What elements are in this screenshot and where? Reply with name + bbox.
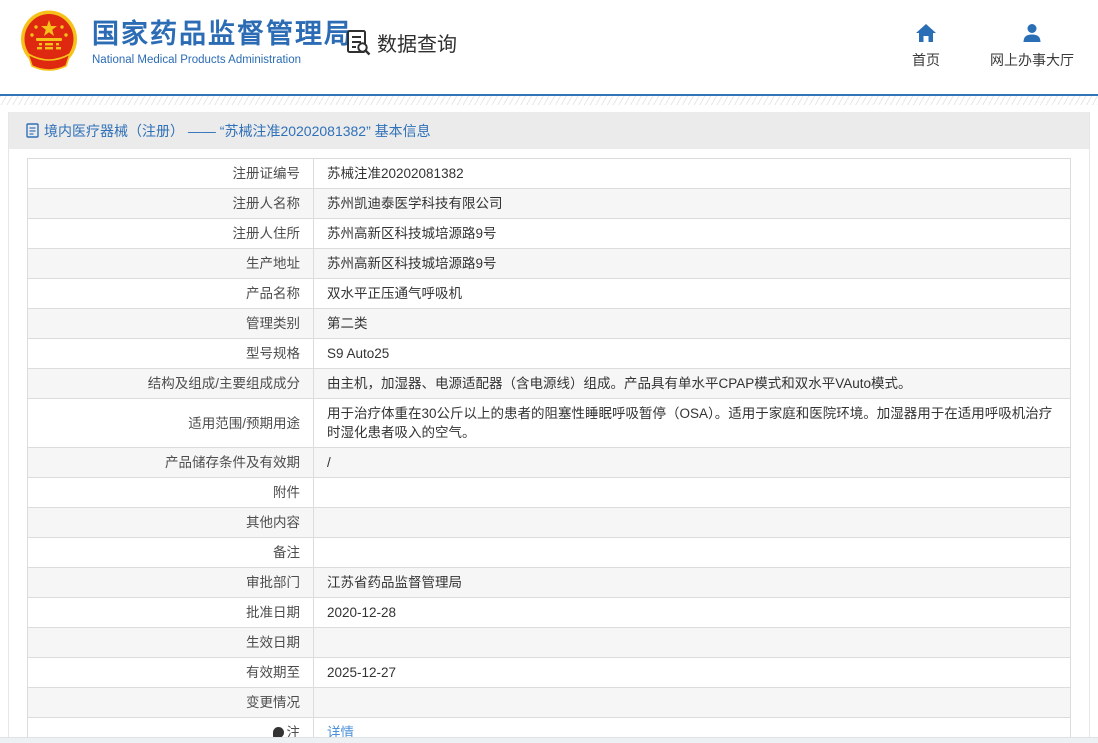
brand[interactable]: 国家药品监督管理局 National Medical Products Admi… xyxy=(20,10,353,72)
row-value: 苏州高新区科技城培源路9号 xyxy=(313,248,1071,279)
footer-strip xyxy=(0,737,1098,743)
brand-title-cn: 国家药品监督管理局 xyxy=(92,18,353,49)
table-row: 结构及组成/主要组成成分 由主机，加湿器、电源适配器（含电源线）组成。产品具有单水… xyxy=(27,368,1071,399)
row-value xyxy=(313,627,1071,658)
table-row: 型号规格 S9 Auto25 xyxy=(27,338,1071,369)
page-file-icon xyxy=(26,123,39,138)
row-value: 第二类 xyxy=(313,308,1071,339)
table-row: 管理类别 第二类 xyxy=(27,308,1071,339)
row-value: 由主机，加湿器、电源适配器（含电源线）组成。产品具有单水平CPAP模式和双水平V… xyxy=(313,368,1071,399)
row-label: 注册人名称 xyxy=(27,188,314,219)
row-label: 适用范围/预期用途 xyxy=(27,398,314,448)
document-search-icon xyxy=(347,30,371,56)
page-title-bar: 境内医疗器械（注册） —— “苏械注准20202081382” 基本信息 xyxy=(9,112,1089,149)
row-value xyxy=(313,687,1071,718)
table-row: 生效日期 xyxy=(27,627,1071,658)
table-row: 备注 xyxy=(27,537,1071,568)
hatch-decoration-band xyxy=(0,96,1098,105)
nav-home[interactable]: 首页 xyxy=(900,22,952,70)
table-row: 有效期至 2025-12-27 xyxy=(27,657,1071,688)
table-row: 变更情况 xyxy=(27,687,1071,718)
row-label: 生效日期 xyxy=(27,627,314,658)
row-value: 双水平正压通气呼吸机 xyxy=(313,278,1071,309)
row-label: 有效期至 xyxy=(27,657,314,688)
site-header: 国家药品监督管理局 National Medical Products Admi… xyxy=(0,0,1098,94)
row-value: 2020-12-28 xyxy=(313,597,1071,628)
row-value xyxy=(313,477,1071,508)
row-value: 苏州凯迪泰医学科技有限公司 xyxy=(313,188,1071,219)
data-query-tab[interactable]: 数据查询 xyxy=(345,28,457,57)
info-table-body: 注册证编号 苏械注准20202081382 注册人名称 苏州凯迪泰医学科技有限公司 注册… xyxy=(27,158,1071,743)
row-value xyxy=(313,537,1071,568)
row-value: / xyxy=(313,447,1071,478)
row-label: 产品储存条件及有效期 xyxy=(27,447,314,478)
home-icon xyxy=(916,24,936,42)
row-label: 管理类别 xyxy=(27,308,314,339)
row-value xyxy=(313,507,1071,538)
row-label: 其他内容 xyxy=(27,507,314,538)
table-row: 生产地址 苏州高新区科技城培源路9号 xyxy=(27,248,1071,279)
table-row: 产品名称 双水平正压通气呼吸机 xyxy=(27,278,1071,309)
row-label: 注册证编号 xyxy=(27,158,314,189)
row-label: 型号规格 xyxy=(27,338,314,369)
row-label: 注册人住所 xyxy=(27,218,314,249)
user-icon xyxy=(1023,24,1041,42)
row-label: 变更情况 xyxy=(27,687,314,718)
row-value: 用于治疗体重在30公斤以上的患者的阻塞性睡眠呼吸暂停（OSA）。适用于家庭和医院… xyxy=(313,398,1071,448)
row-value: 苏州高新区科技城培源路9号 xyxy=(313,218,1071,249)
row-value: 苏械注准20202081382 xyxy=(313,158,1071,189)
top-nav: 首页 网上办事大厅 xyxy=(900,22,1074,70)
nav-home-label: 首页 xyxy=(912,52,940,68)
table-row: 附件 xyxy=(27,477,1071,508)
nav-service-hall-label: 网上办事大厅 xyxy=(990,52,1074,68)
registration-info-table: 注册证编号 苏械注准20202081382 注册人名称 苏州凯迪泰医学科技有限公司 注册… xyxy=(27,158,1071,743)
registration-table-wrap: 注册证编号 苏械注准20202081382 注册人名称 苏州凯迪泰医学科技有限公司 注册… xyxy=(9,149,1089,743)
brand-title-en: National Medical Products Administration xyxy=(92,53,302,66)
page-title: 境内医疗器械（注册） —— “苏械注准20202081382” 基本信息 xyxy=(44,122,431,139)
row-value: 2025-12-27 xyxy=(313,657,1071,688)
table-row: 注册人名称 苏州凯迪泰医学科技有限公司 xyxy=(27,188,1071,219)
row-label: 批准日期 xyxy=(27,597,314,628)
nav-service-hall[interactable]: 网上办事大厅 xyxy=(990,22,1074,70)
content-panel: 境内医疗器械（注册） —— “苏械注准20202081382” 基本信息 注册证… xyxy=(8,112,1090,743)
data-query-label: 数据查询 xyxy=(377,34,457,56)
row-label: 备注 xyxy=(27,537,314,568)
national-emblem-logo xyxy=(21,10,77,71)
table-row: 产品储存条件及有效期 / xyxy=(27,447,1071,478)
table-row: 注册证编号 苏械注准20202081382 xyxy=(27,158,1071,189)
row-value: S9 Auto25 xyxy=(313,338,1071,369)
table-row: 其他内容 xyxy=(27,507,1071,538)
row-label: 产品名称 xyxy=(27,278,314,309)
table-row: 注册人住所 苏州高新区科技城培源路9号 xyxy=(27,218,1071,249)
row-label: 结构及组成/主要组成成分 xyxy=(27,368,314,399)
row-label: 生产地址 xyxy=(27,248,314,279)
table-row: 批准日期 2020-12-28 xyxy=(27,597,1071,628)
row-label: 审批部门 xyxy=(27,567,314,598)
row-value: 江苏省药品监督管理局 xyxy=(313,567,1071,598)
table-row: 适用范围/预期用途 用于治疗体重在30公斤以上的患者的阻塞性睡眠呼吸暂停（OSA）… xyxy=(27,398,1071,448)
table-row: 审批部门 江苏省药品监督管理局 xyxy=(27,567,1071,598)
row-label: 附件 xyxy=(27,477,314,508)
